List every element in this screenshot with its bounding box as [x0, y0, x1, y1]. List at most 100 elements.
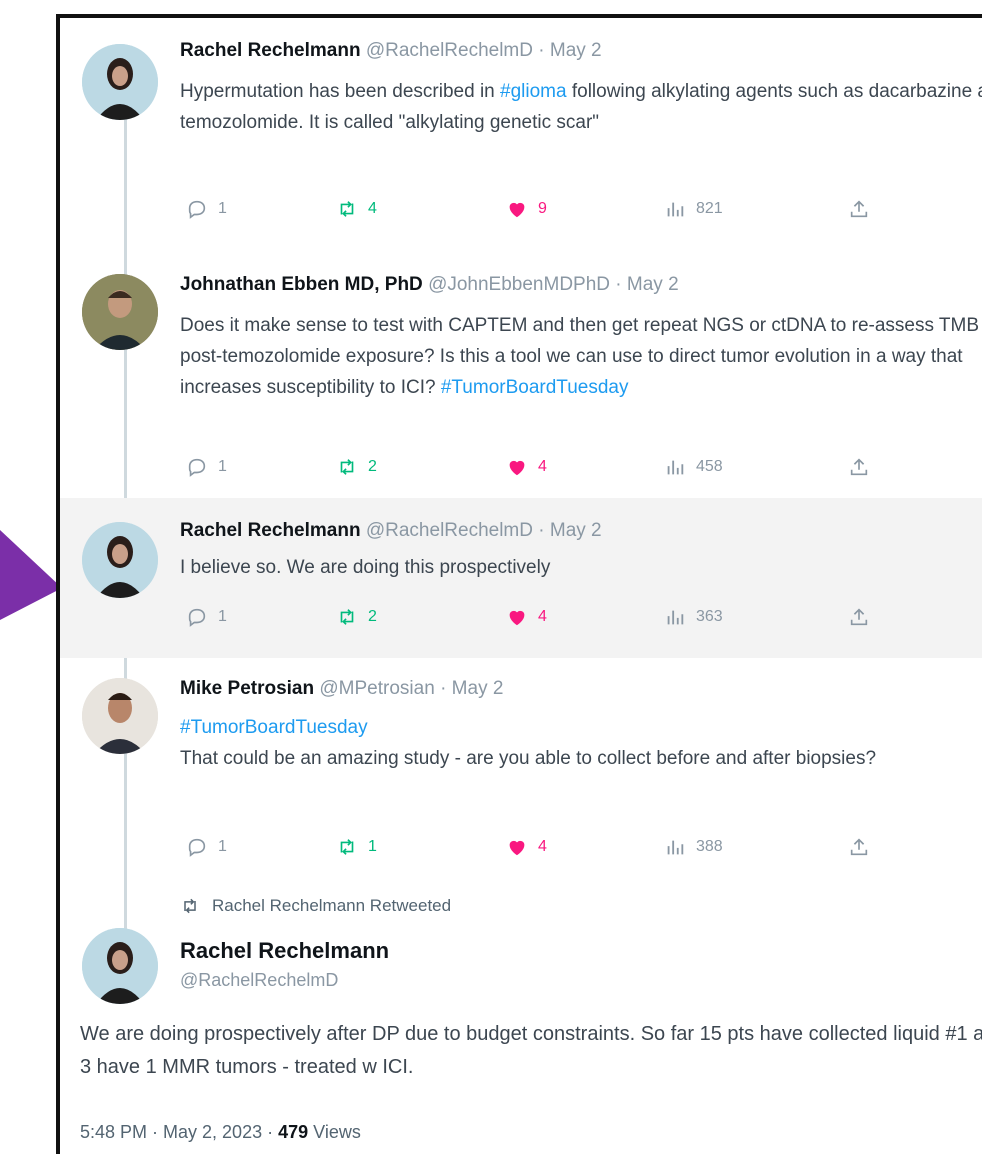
retweeted-text: Rachel Rechelmann Retweeted — [212, 896, 452, 915]
author-handle[interactable]: @JohnEbbenMDPhD — [428, 274, 610, 295]
reply-icon — [188, 200, 206, 219]
tweet-text: #TumorBoardTuesday That could be an amazi… — [180, 712, 982, 774]
tweet-text-part: Hypermutation has been described in — [180, 81, 501, 102]
retweet-icon — [340, 459, 354, 475]
tweet-text: Hypermutation has been described in #gli… — [180, 76, 982, 138]
tweet-date[interactable]: May 2 — [627, 274, 679, 295]
action-bar: 1 2 4 458 — [186, 456, 886, 486]
main-timestamp[interactable]: 5:48 PM · May 2, 2023 · — [80, 1122, 278, 1142]
avatar[interactable] — [82, 678, 158, 754]
heart-icon — [509, 460, 525, 476]
author-name[interactable]: Rachel Rechelmann — [180, 520, 361, 541]
author-handle[interactable]: @RachelRechelmD — [366, 520, 533, 541]
retweet-icon — [184, 898, 196, 914]
tweet-date[interactable]: May 2 — [550, 40, 602, 61]
avatar[interactable] — [82, 44, 158, 120]
tweet-text: I believe so. We are doing this prospect… — [180, 552, 982, 583]
retweet-button[interactable]: 2 — [336, 456, 377, 478]
reply-icon — [188, 838, 206, 857]
main-views-label: Views — [308, 1122, 361, 1142]
like-count: 9 — [538, 200, 547, 217]
retweet-button[interactable]: 1 — [336, 836, 377, 858]
retweet-icon — [340, 201, 354, 217]
views-button[interactable]: 458 — [664, 456, 723, 478]
action-bar: 1 4 9 821 — [186, 198, 886, 228]
avatar[interactable] — [82, 522, 158, 598]
main-avatar[interactable] — [82, 928, 158, 1004]
author-name[interactable]: Johnathan Ebben MD, PhD — [180, 274, 423, 295]
action-bar: 1 2 4 363 — [186, 606, 886, 636]
author-handle[interactable]: @MPetrosian — [319, 678, 434, 699]
hashtag-link[interactable]: #TumorBoardTuesday — [441, 377, 629, 398]
reply-icon — [188, 608, 206, 627]
retweet-count: 2 — [368, 608, 377, 625]
like-button[interactable]: 4 — [506, 456, 547, 478]
reply-count: 1 — [218, 838, 227, 855]
main-view-count: 479 — [278, 1122, 309, 1142]
share-button[interactable] — [848, 836, 870, 858]
views-icon — [667, 840, 684, 855]
like-count: 4 — [538, 838, 547, 855]
hashtag-link[interactable]: #TumorBoardTuesday — [180, 717, 368, 738]
separator: · — [440, 678, 452, 699]
retweet-button[interactable]: 4 — [336, 198, 377, 220]
pointer-arrow-icon — [0, 530, 62, 620]
views-button[interactable]: 388 — [664, 836, 723, 858]
like-count: 4 — [538, 608, 547, 625]
retweet-count: 2 — [368, 458, 377, 475]
tweet-2[interactable]: Johnathan Ebben MD, PhD @JohnEbbenMDPhD … — [60, 258, 982, 498]
views-button[interactable]: 821 — [664, 198, 723, 220]
share-button[interactable] — [848, 198, 870, 220]
tweet-text-part: That could be an amazing study - are you… — [180, 748, 877, 769]
share-icon — [850, 608, 868, 626]
retweet-count: 4 — [368, 200, 377, 217]
share-button[interactable] — [848, 456, 870, 478]
tweet-text-part: I believe so. We are doing this prospect… — [180, 557, 551, 578]
reply-button[interactable]: 1 — [186, 836, 227, 858]
main-author-handle[interactable]: @RachelRechelmD — [180, 970, 338, 991]
retweet-icon — [340, 839, 354, 855]
like-button[interactable]: 4 — [506, 606, 547, 628]
share-button[interactable] — [848, 606, 870, 628]
separator: · — [538, 520, 550, 541]
main-author-name[interactable]: Rachel Rechelmann — [180, 938, 389, 964]
share-icon — [850, 838, 868, 856]
author-name[interactable]: Mike Petrosian — [180, 678, 314, 699]
reply-count: 1 — [218, 608, 227, 625]
views-icon — [667, 610, 684, 625]
separator: · — [615, 274, 627, 295]
retweeted-label[interactable]: Rachel Rechelmann Retweeted — [180, 896, 451, 916]
reply-button[interactable]: 1 — [186, 198, 227, 220]
hashtag-link[interactable]: #glioma — [500, 81, 567, 102]
retweet-count: 1 — [368, 838, 377, 855]
views-icon — [667, 202, 684, 217]
tweet-thread-panel: Rachel Rechelmann @RachelRechelmD · May … — [56, 14, 982, 1154]
main-tweet-meta: 5:48 PM · May 2, 2023 · 479 Views — [80, 1122, 361, 1143]
tweet-text: Does it make sense to test with CAPTEM a… — [180, 310, 982, 403]
author-handle[interactable]: @RachelRechelmD — [366, 40, 533, 61]
like-count: 4 — [538, 458, 547, 475]
avatar[interactable] — [82, 274, 158, 350]
reply-count: 1 — [218, 458, 227, 475]
tweet-1[interactable]: Rachel Rechelmann @RachelRechelmD · May … — [60, 18, 982, 258]
main-tweet-text: We are doing prospectively after DP due … — [80, 1023, 982, 1078]
tweet-4[interactable]: Mike Petrosian @MPetrosian · May 2 ⋯ #Tu… — [60, 658, 982, 888]
reply-button[interactable]: 1 — [186, 456, 227, 478]
like-button[interactable]: 4 — [506, 836, 547, 858]
like-button[interactable]: 9 — [506, 198, 547, 220]
heart-icon — [509, 840, 525, 856]
separator: · — [538, 40, 550, 61]
tweet-date[interactable]: May 2 — [452, 678, 504, 699]
view-count: 363 — [696, 608, 723, 625]
views-button[interactable]: 363 — [664, 606, 723, 628]
author-name[interactable]: Rachel Rechelmann — [180, 40, 361, 61]
views-icon — [667, 460, 684, 475]
view-count: 388 — [696, 838, 723, 855]
tweet-date[interactable]: May 2 — [550, 520, 602, 541]
heart-icon — [509, 202, 525, 218]
reply-button[interactable]: 1 — [186, 606, 227, 628]
retweet-button[interactable]: 2 — [336, 606, 377, 628]
reply-count: 1 — [218, 200, 227, 217]
action-bar: 1 1 4 388 — [186, 836, 886, 866]
tweet-3-highlighted[interactable]: Rachel Rechelmann @RachelRechelmD · May … — [60, 498, 982, 658]
